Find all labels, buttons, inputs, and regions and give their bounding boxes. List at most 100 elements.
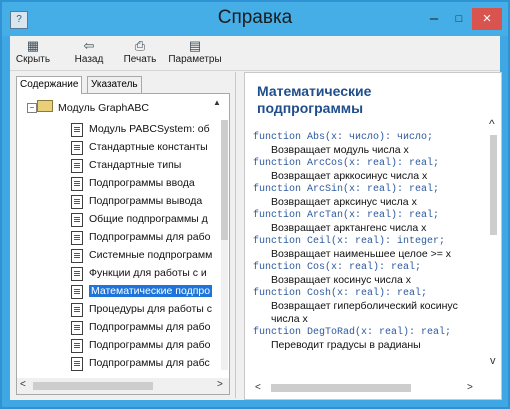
hide-label: Скрыть bbox=[15, 54, 51, 65]
page-icon bbox=[71, 195, 83, 209]
tree-item[interactable]: Подпрограммы ввода bbox=[71, 174, 221, 192]
tree-root-label: Модуль GraphABC bbox=[58, 102, 149, 114]
page-icon bbox=[71, 177, 83, 191]
function-signature: function Cos(x: real): real; bbox=[253, 262, 422, 273]
function-signature: function ArcTan(x: real): real; bbox=[253, 210, 440, 221]
function-signature: function Cosh(x: real): real; bbox=[253, 288, 428, 299]
tree-item-label: Подпрограммы для рабо bbox=[89, 339, 211, 351]
options-icon: ▤ bbox=[188, 38, 202, 53]
topic-vertical-scrollbar[interactable]: ^ v bbox=[487, 73, 500, 378]
help-client-area: ▦ Скрыть ⇦ Назад ⎙ Печать ▤ Параметры Со… bbox=[10, 36, 502, 400]
page-icon bbox=[71, 141, 83, 155]
book-icon bbox=[37, 100, 53, 112]
page-icon bbox=[71, 285, 83, 299]
hide-button[interactable]: ▦ Скрыть bbox=[14, 38, 52, 68]
page-icon bbox=[71, 123, 83, 137]
topic-pane: Математические подпрограммы function Abs… bbox=[244, 72, 502, 400]
topic-horizontal-scrollbar[interactable]: < > bbox=[245, 379, 487, 397]
tree-root-item[interactable]: Модуль GraphABC bbox=[37, 100, 149, 116]
back-button[interactable]: ⇦ Назад bbox=[70, 38, 108, 68]
print-label: Печать bbox=[123, 54, 157, 65]
function-signature: function ArcSin(x: real): real; bbox=[253, 184, 440, 195]
tree-item[interactable]: Функции для работы с и bbox=[71, 264, 221, 282]
tree-scroll-right-arrow[interactable]: > bbox=[217, 379, 223, 390]
tree-scroll-left-arrow[interactable]: < bbox=[20, 379, 26, 390]
function-description: Возвращает модуль числа x bbox=[271, 144, 409, 156]
maximize-button[interactable]: □ bbox=[448, 8, 470, 30]
tree-scroll-up-arrow[interactable]: ▲ bbox=[213, 98, 221, 107]
tree-horizontal-scrollbar[interactable]: < > bbox=[17, 378, 229, 394]
tree-item-label: Подпрограммы для рабо bbox=[89, 231, 211, 243]
tree-item-label: Системные подпрограмм bbox=[89, 249, 213, 261]
page-icon bbox=[71, 249, 83, 263]
page-icon bbox=[71, 267, 83, 281]
back-arrow-icon: ⇦ bbox=[83, 38, 95, 53]
collapse-icon[interactable]: − bbox=[27, 103, 37, 113]
tree-item[interactable]: Стандартные типы bbox=[71, 156, 221, 174]
toolbar: ▦ Скрыть ⇦ Назад ⎙ Печать ▤ Параметры bbox=[10, 36, 500, 71]
tree-horizontal-scroll-thumb[interactable] bbox=[33, 382, 153, 390]
back-label: Назад bbox=[74, 54, 104, 65]
tab-contents[interactable]: Содержание bbox=[16, 76, 83, 94]
tab-index[interactable]: Указатель bbox=[87, 76, 142, 93]
print-button[interactable]: ⎙ Печать bbox=[118, 38, 162, 68]
page-icon bbox=[71, 339, 83, 353]
function-signature: function ArcCos(x: real): real; bbox=[253, 158, 440, 169]
title-bar[interactable]: ? Справка – □ × bbox=[2, 2, 508, 36]
tree-item[interactable]: Подпрограммы вывода bbox=[71, 192, 221, 210]
tree-item[interactable]: Подпрограммы для рабс bbox=[71, 354, 221, 372]
function-signature: function Abs(x: число): число; bbox=[253, 132, 434, 143]
tree-item[interactable]: Стандартные константы bbox=[71, 138, 221, 156]
function-description: Возвращает арктангенс числа x bbox=[271, 222, 427, 234]
options-label: Параметры bbox=[168, 54, 222, 65]
function-description: Возвращает гиперболический косинус числа… bbox=[271, 300, 458, 325]
tree-item-label: Подпрограммы для рабо bbox=[89, 321, 211, 333]
navigation-panel: Содержание Указатель − Модуль GraphABC М… bbox=[10, 72, 236, 398]
function-description: Возвращает арксинус числа x bbox=[271, 196, 417, 208]
function-description: Переводит градусы в радианы bbox=[271, 339, 421, 351]
tree-vertical-scroll-thumb[interactable] bbox=[221, 120, 228, 240]
page-icon bbox=[71, 159, 83, 173]
topic-horizontal-scroll-thumb[interactable] bbox=[271, 384, 411, 392]
tree-item-label: Подпрограммы для рабс bbox=[89, 357, 210, 369]
tree-item-label: Процедуры для работы с bbox=[89, 303, 212, 315]
tree-item[interactable]: Подпрограммы для рабо bbox=[71, 228, 221, 246]
tree-item[interactable]: Подпрограммы для рабо bbox=[71, 318, 221, 336]
tree-item-label: Модуль PABCSystem: об bbox=[89, 123, 210, 135]
tree-item[interactable]: Общие подпрограммы д bbox=[71, 210, 221, 228]
tree-item[interactable]: Математические подпро bbox=[71, 282, 221, 300]
page-icon bbox=[71, 357, 83, 371]
topic-scroll-down-arrow[interactable]: v bbox=[490, 355, 496, 367]
tree-item-label: Стандартные константы bbox=[89, 141, 208, 153]
topic-scroll-right-arrow[interactable]: > bbox=[467, 382, 473, 393]
options-button[interactable]: ▤ Параметры bbox=[166, 38, 224, 68]
function-description: Возвращает косинус числа x bbox=[271, 274, 411, 286]
topic-title: Математические подпрограммы bbox=[257, 83, 372, 116]
help-window: ? Справка – □ × ▦ Скрыть ⇦ Назад ⎙ Печат… bbox=[0, 0, 510, 409]
hide-icon: ▦ bbox=[26, 38, 40, 53]
tree-item-list: Модуль PABCSystem: об Стандартные констан… bbox=[71, 120, 221, 372]
tree-item-label: Подпрограммы ввода bbox=[89, 177, 195, 189]
tree-item[interactable]: Подпрограммы для рабо bbox=[71, 336, 221, 354]
contents-tree[interactable]: − Модуль GraphABC Модуль PABCSystem: об С… bbox=[16, 93, 230, 395]
minimize-button[interactable]: – bbox=[422, 8, 446, 30]
topic-scroll-left-arrow[interactable]: < bbox=[255, 382, 261, 393]
tree-vertical-scrollbar[interactable] bbox=[221, 120, 228, 370]
print-icon: ⎙ bbox=[134, 38, 146, 53]
tree-item-label: Подпрограммы вывода bbox=[89, 195, 203, 207]
tree-item[interactable]: Модуль PABCSystem: об bbox=[71, 120, 221, 138]
function-signature: function DegToRad(x: real): real; bbox=[253, 327, 452, 338]
tree-item[interactable]: Процедуры для работы с bbox=[71, 300, 221, 318]
tree-item-label: Математические подпро bbox=[89, 285, 213, 297]
function-signature: function Ceil(x: real): integer; bbox=[253, 236, 446, 247]
page-icon bbox=[71, 321, 83, 335]
function-description: Возвращает арккосинус числа x bbox=[271, 170, 428, 182]
tree-item-label: Функции для работы с и bbox=[89, 267, 207, 279]
tree-item-label: Стандартные типы bbox=[89, 159, 182, 171]
page-icon bbox=[71, 303, 83, 317]
topic-content: function Abs(x: число): число; Возвращает… bbox=[253, 131, 481, 377]
topic-vertical-scroll-thumb[interactable] bbox=[490, 135, 497, 235]
tree-item[interactable]: Системные подпрограмм bbox=[71, 246, 221, 264]
topic-scroll-up-arrow[interactable]: ^ bbox=[489, 117, 495, 131]
close-button[interactable]: × bbox=[472, 8, 502, 30]
